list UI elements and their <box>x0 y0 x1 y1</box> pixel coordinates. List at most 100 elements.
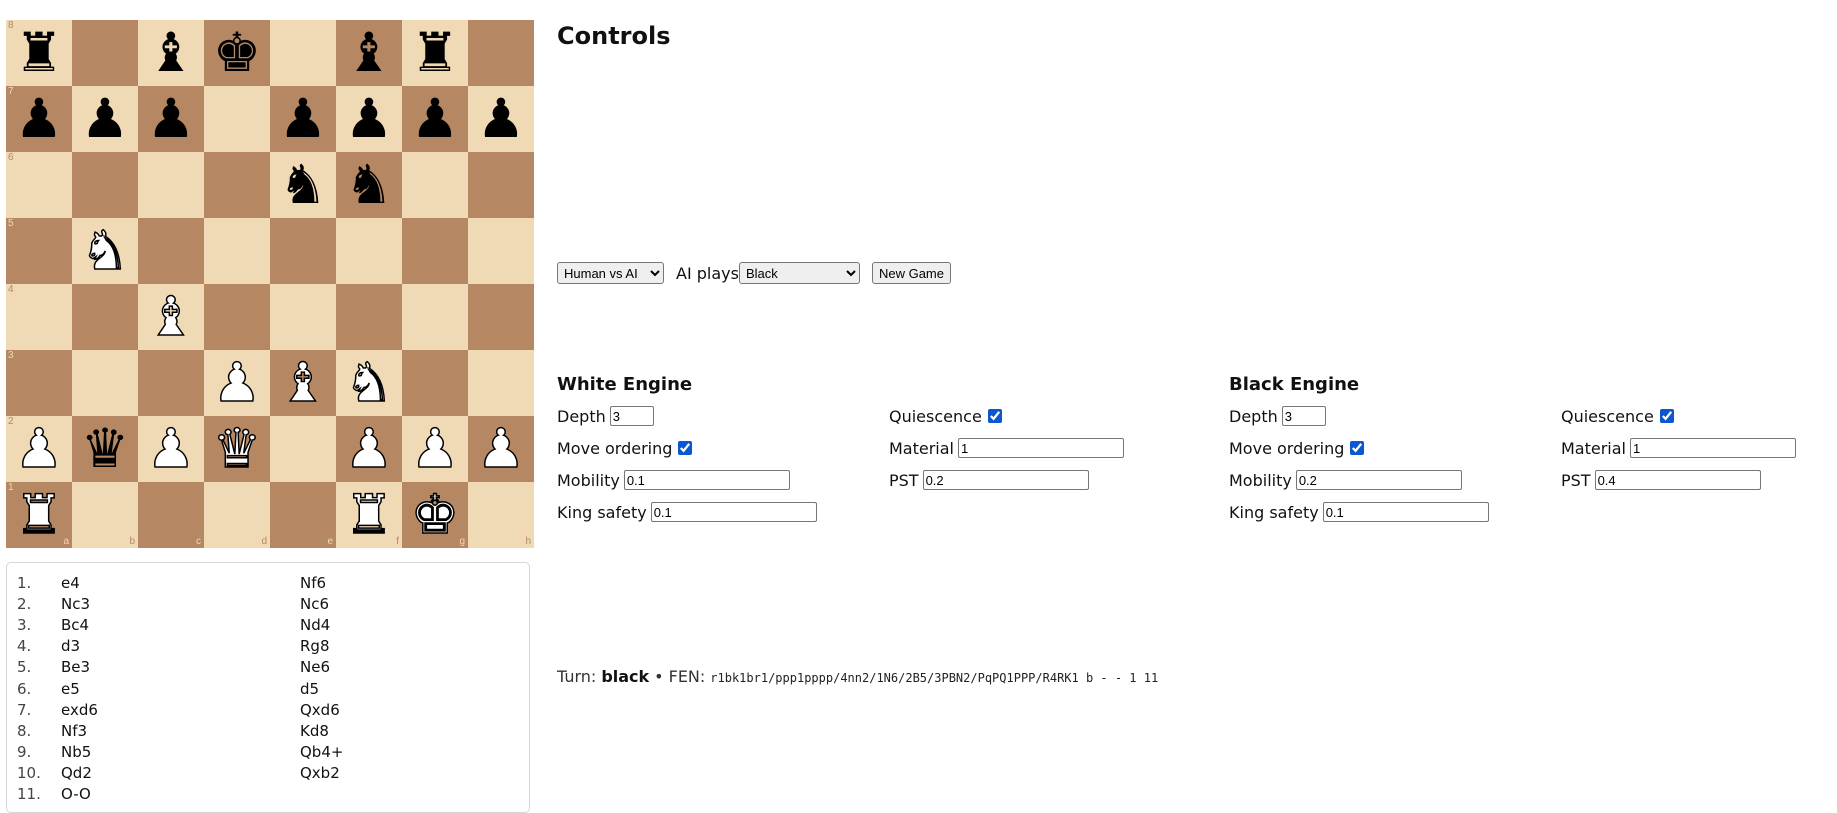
square-e1[interactable]: e <box>270 482 336 548</box>
square-f8[interactable]: ♝ <box>336 20 402 86</box>
square-e7[interactable]: ♟ <box>270 86 336 152</box>
square-g6[interactable] <box>402 152 468 218</box>
square-b1[interactable]: b <box>72 482 138 548</box>
black-pawn-icon[interactable]: ♟ <box>279 86 327 152</box>
square-a1[interactable]: 1 a ♜ <box>6 482 72 548</box>
square-e6[interactable]: ♞ <box>270 152 336 218</box>
square-h5[interactable] <box>468 218 534 284</box>
chess-board[interactable]: 8 ♜ ♝ ♚ ♝ ♜ 7 ♟ ♟ ♟ ♟ ♟ ♟ ♟ 6 ♞ ♞ 5 ♞ 4 ♝ 3 ♟ ♝ ♞ 2 ♟ ♛ ♟ ♛ ♟ ♟ ♟ 1 a ♜ b c d e… <box>6 20 534 548</box>
square-e2[interactable] <box>270 416 336 482</box>
black-bishop-icon[interactable]: ♝ <box>147 20 195 86</box>
square-c3[interactable] <box>138 350 204 416</box>
white-mobility-input[interactable] <box>623 470 790 490</box>
black-pawn-icon[interactable]: ♟ <box>411 86 459 152</box>
game-mode-select[interactable]: Human vs AI <box>557 262 664 284</box>
black-rook-icon[interactable]: ♜ <box>411 20 459 86</box>
square-f3[interactable]: ♞ <box>336 350 402 416</box>
square-c5[interactable] <box>138 218 204 284</box>
square-e5[interactable] <box>270 218 336 284</box>
white-bishop-icon[interactable]: ♝ <box>278 350 328 416</box>
square-h4[interactable] <box>468 284 534 350</box>
black-pawn-icon[interactable]: ♟ <box>15 86 63 152</box>
square-b3[interactable] <box>72 350 138 416</box>
black-quiescence-checkbox[interactable] <box>1659 409 1674 423</box>
square-h7[interactable]: ♟ <box>468 86 534 152</box>
square-d1[interactable]: d <box>204 482 270 548</box>
square-d6[interactable] <box>204 152 270 218</box>
black-material-input[interactable] <box>1630 438 1796 458</box>
white-move-ordering-checkbox[interactable] <box>678 441 693 455</box>
black-pawn-icon[interactable]: ♟ <box>477 86 525 152</box>
square-e3[interactable]: ♝ <box>270 350 336 416</box>
square-d7[interactable] <box>204 86 270 152</box>
square-b6[interactable] <box>72 152 138 218</box>
white-pawn-icon[interactable]: ♟ <box>146 416 196 482</box>
square-g7[interactable]: ♟ <box>402 86 468 152</box>
white-depth-input[interactable] <box>609 406 654 426</box>
square-a4[interactable]: 4 <box>6 284 72 350</box>
black-pawn-icon[interactable]: ♟ <box>147 86 195 152</box>
square-d8[interactable]: ♚ <box>204 20 270 86</box>
black-mobility-input[interactable] <box>1295 470 1462 490</box>
black-king-safety-input[interactable] <box>1322 502 1489 522</box>
square-c8[interactable]: ♝ <box>138 20 204 86</box>
square-f1[interactable]: f ♜ <box>336 482 402 548</box>
square-b5[interactable]: ♞ <box>72 218 138 284</box>
white-pst-input[interactable] <box>922 470 1089 490</box>
square-a3[interactable]: 3 <box>6 350 72 416</box>
square-g3[interactable] <box>402 350 468 416</box>
square-a7[interactable]: 7 ♟ <box>6 86 72 152</box>
square-g2[interactable]: ♟ <box>402 416 468 482</box>
square-h6[interactable] <box>468 152 534 218</box>
square-b4[interactable] <box>72 284 138 350</box>
white-pawn-icon[interactable]: ♟ <box>212 350 262 416</box>
black-depth-input[interactable] <box>1281 406 1326 426</box>
square-c7[interactable]: ♟ <box>138 86 204 152</box>
black-move-ordering-checkbox[interactable] <box>1350 441 1365 455</box>
white-king-safety-input[interactable] <box>650 502 817 522</box>
white-bishop-icon[interactable]: ♝ <box>146 284 196 350</box>
square-d2[interactable]: ♛ <box>204 416 270 482</box>
white-quiescence-checkbox[interactable] <box>987 409 1002 423</box>
white-pawn-icon[interactable]: ♟ <box>410 416 460 482</box>
white-knight-icon[interactable]: ♞ <box>80 218 130 284</box>
black-pawn-icon[interactable]: ♟ <box>345 86 393 152</box>
square-d3[interactable]: ♟ <box>204 350 270 416</box>
new-game-button[interactable]: New Game <box>871 262 951 284</box>
black-pawn-icon[interactable]: ♟ <box>81 86 129 152</box>
white-pawn-icon[interactable]: ♟ <box>344 416 394 482</box>
square-c1[interactable]: c <box>138 482 204 548</box>
ai-side-select[interactable]: Black <box>738 262 860 284</box>
black-queen-icon[interactable]: ♛ <box>81 416 129 482</box>
black-bishop-icon[interactable]: ♝ <box>345 20 393 86</box>
square-e8[interactable] <box>270 20 336 86</box>
black-knight-icon[interactable]: ♞ <box>279 152 327 218</box>
square-h1[interactable]: h <box>468 482 534 548</box>
black-pst-input[interactable] <box>1594 470 1761 490</box>
square-a6[interactable]: 6 <box>6 152 72 218</box>
square-g4[interactable] <box>402 284 468 350</box>
square-g5[interactable] <box>402 218 468 284</box>
square-d4[interactable] <box>204 284 270 350</box>
square-a5[interactable]: 5 <box>6 218 72 284</box>
square-b2[interactable]: ♛ <box>72 416 138 482</box>
white-knight-icon[interactable]: ♞ <box>344 350 394 416</box>
square-f5[interactable] <box>336 218 402 284</box>
white-material-input[interactable] <box>958 438 1124 458</box>
square-h2[interactable]: ♟ <box>468 416 534 482</box>
white-rook-icon[interactable]: ♜ <box>344 482 394 548</box>
square-f7[interactable]: ♟ <box>336 86 402 152</box>
square-a2[interactable]: 2 ♟ <box>6 416 72 482</box>
square-g1[interactable]: g ♚ <box>402 482 468 548</box>
white-rook-icon[interactable]: ♜ <box>14 482 64 548</box>
white-queen-icon[interactable]: ♛ <box>212 416 262 482</box>
square-a8[interactable]: 8 ♜ <box>6 20 72 86</box>
square-b8[interactable] <box>72 20 138 86</box>
square-f2[interactable]: ♟ <box>336 416 402 482</box>
square-b7[interactable]: ♟ <box>72 86 138 152</box>
square-c6[interactable] <box>138 152 204 218</box>
black-knight-icon[interactable]: ♞ <box>345 152 393 218</box>
square-d5[interactable] <box>204 218 270 284</box>
black-rook-icon[interactable]: ♜ <box>15 20 63 86</box>
square-g8[interactable]: ♜ <box>402 20 468 86</box>
